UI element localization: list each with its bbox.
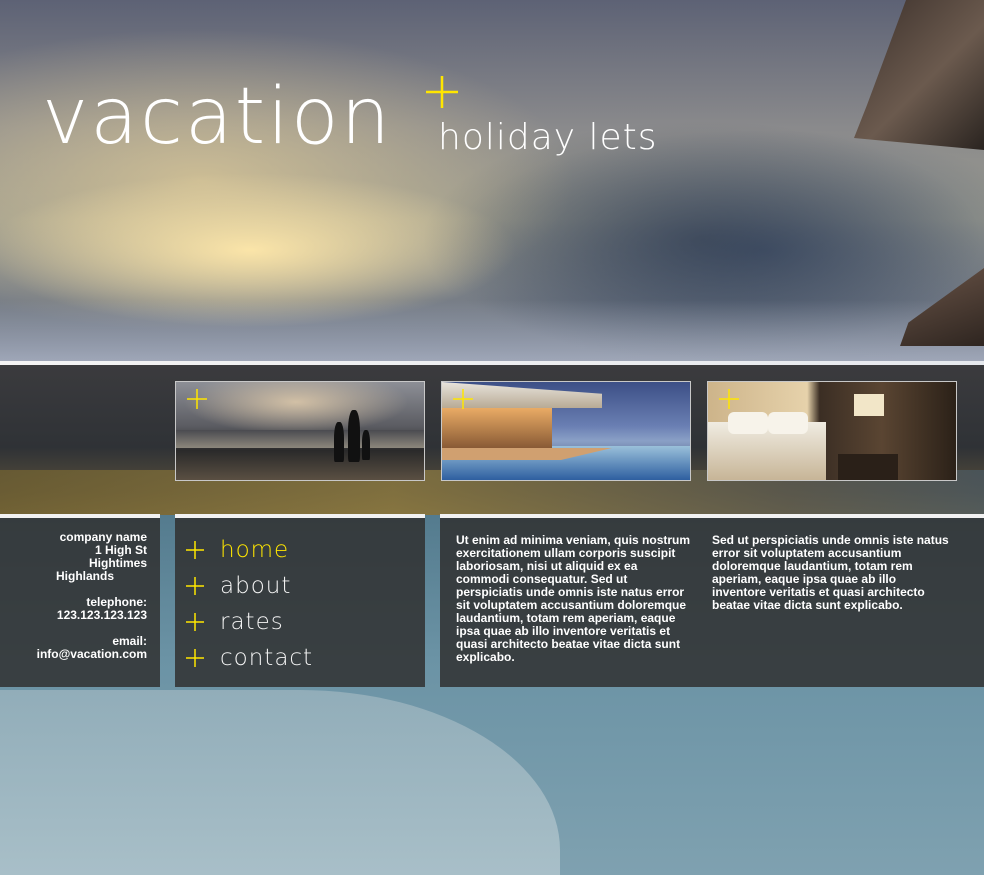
nav-label: contact — [220, 645, 314, 671]
nav-label: about — [220, 573, 292, 599]
email-link[interactable]: info@vacation.com — [37, 648, 147, 661]
address-line-3: Highlands — [55, 569, 114, 583]
content-column-1: Ut enim ad minima veniam, quis nostrum e… — [456, 533, 691, 664]
plus-icon — [187, 389, 207, 409]
nav-item-about[interactable]: about — [185, 568, 313, 604]
poolside-villa-photo[interactable] — [441, 381, 691, 481]
plus-icon — [186, 649, 204, 667]
contact-details: company name 1 High St Hightimes Highlan… — [37, 531, 147, 661]
plus-icon — [186, 541, 204, 559]
contact-panel: company name 1 High St Hightimes Highlan… — [0, 518, 160, 687]
plus-icon — [186, 577, 204, 595]
content-column-2: Sed ut perspiciatis unde omnis iste natu… — [712, 533, 949, 612]
nav-label: home — [220, 537, 290, 563]
beach-family-photo[interactable] — [175, 381, 425, 481]
bedroom-photo[interactable] — [707, 381, 957, 481]
telephone-number[interactable]: 123.123.123.123 — [37, 609, 147, 622]
horizon-glow — [0, 300, 984, 365]
divider-line — [0, 361, 984, 365]
site-tagline: holiday lets — [438, 117, 658, 158]
plus-icon — [453, 389, 473, 409]
nav-panel: home about rates contact — [175, 518, 425, 687]
plus-icon — [186, 613, 204, 631]
nav-item-rates[interactable]: rates — [185, 604, 313, 640]
nav-item-home[interactable]: home — [185, 532, 313, 568]
site-logo[interactable]: vacation — [42, 78, 392, 156]
nav-item-contact[interactable]: contact — [185, 640, 313, 676]
logo-plus-icon — [426, 76, 458, 108]
content-panel: Ut enim ad minima veniam, quis nostrum e… — [440, 518, 984, 687]
main-nav: home about rates contact — [185, 532, 313, 676]
nav-label: rates — [220, 609, 284, 635]
plus-icon — [719, 389, 739, 409]
